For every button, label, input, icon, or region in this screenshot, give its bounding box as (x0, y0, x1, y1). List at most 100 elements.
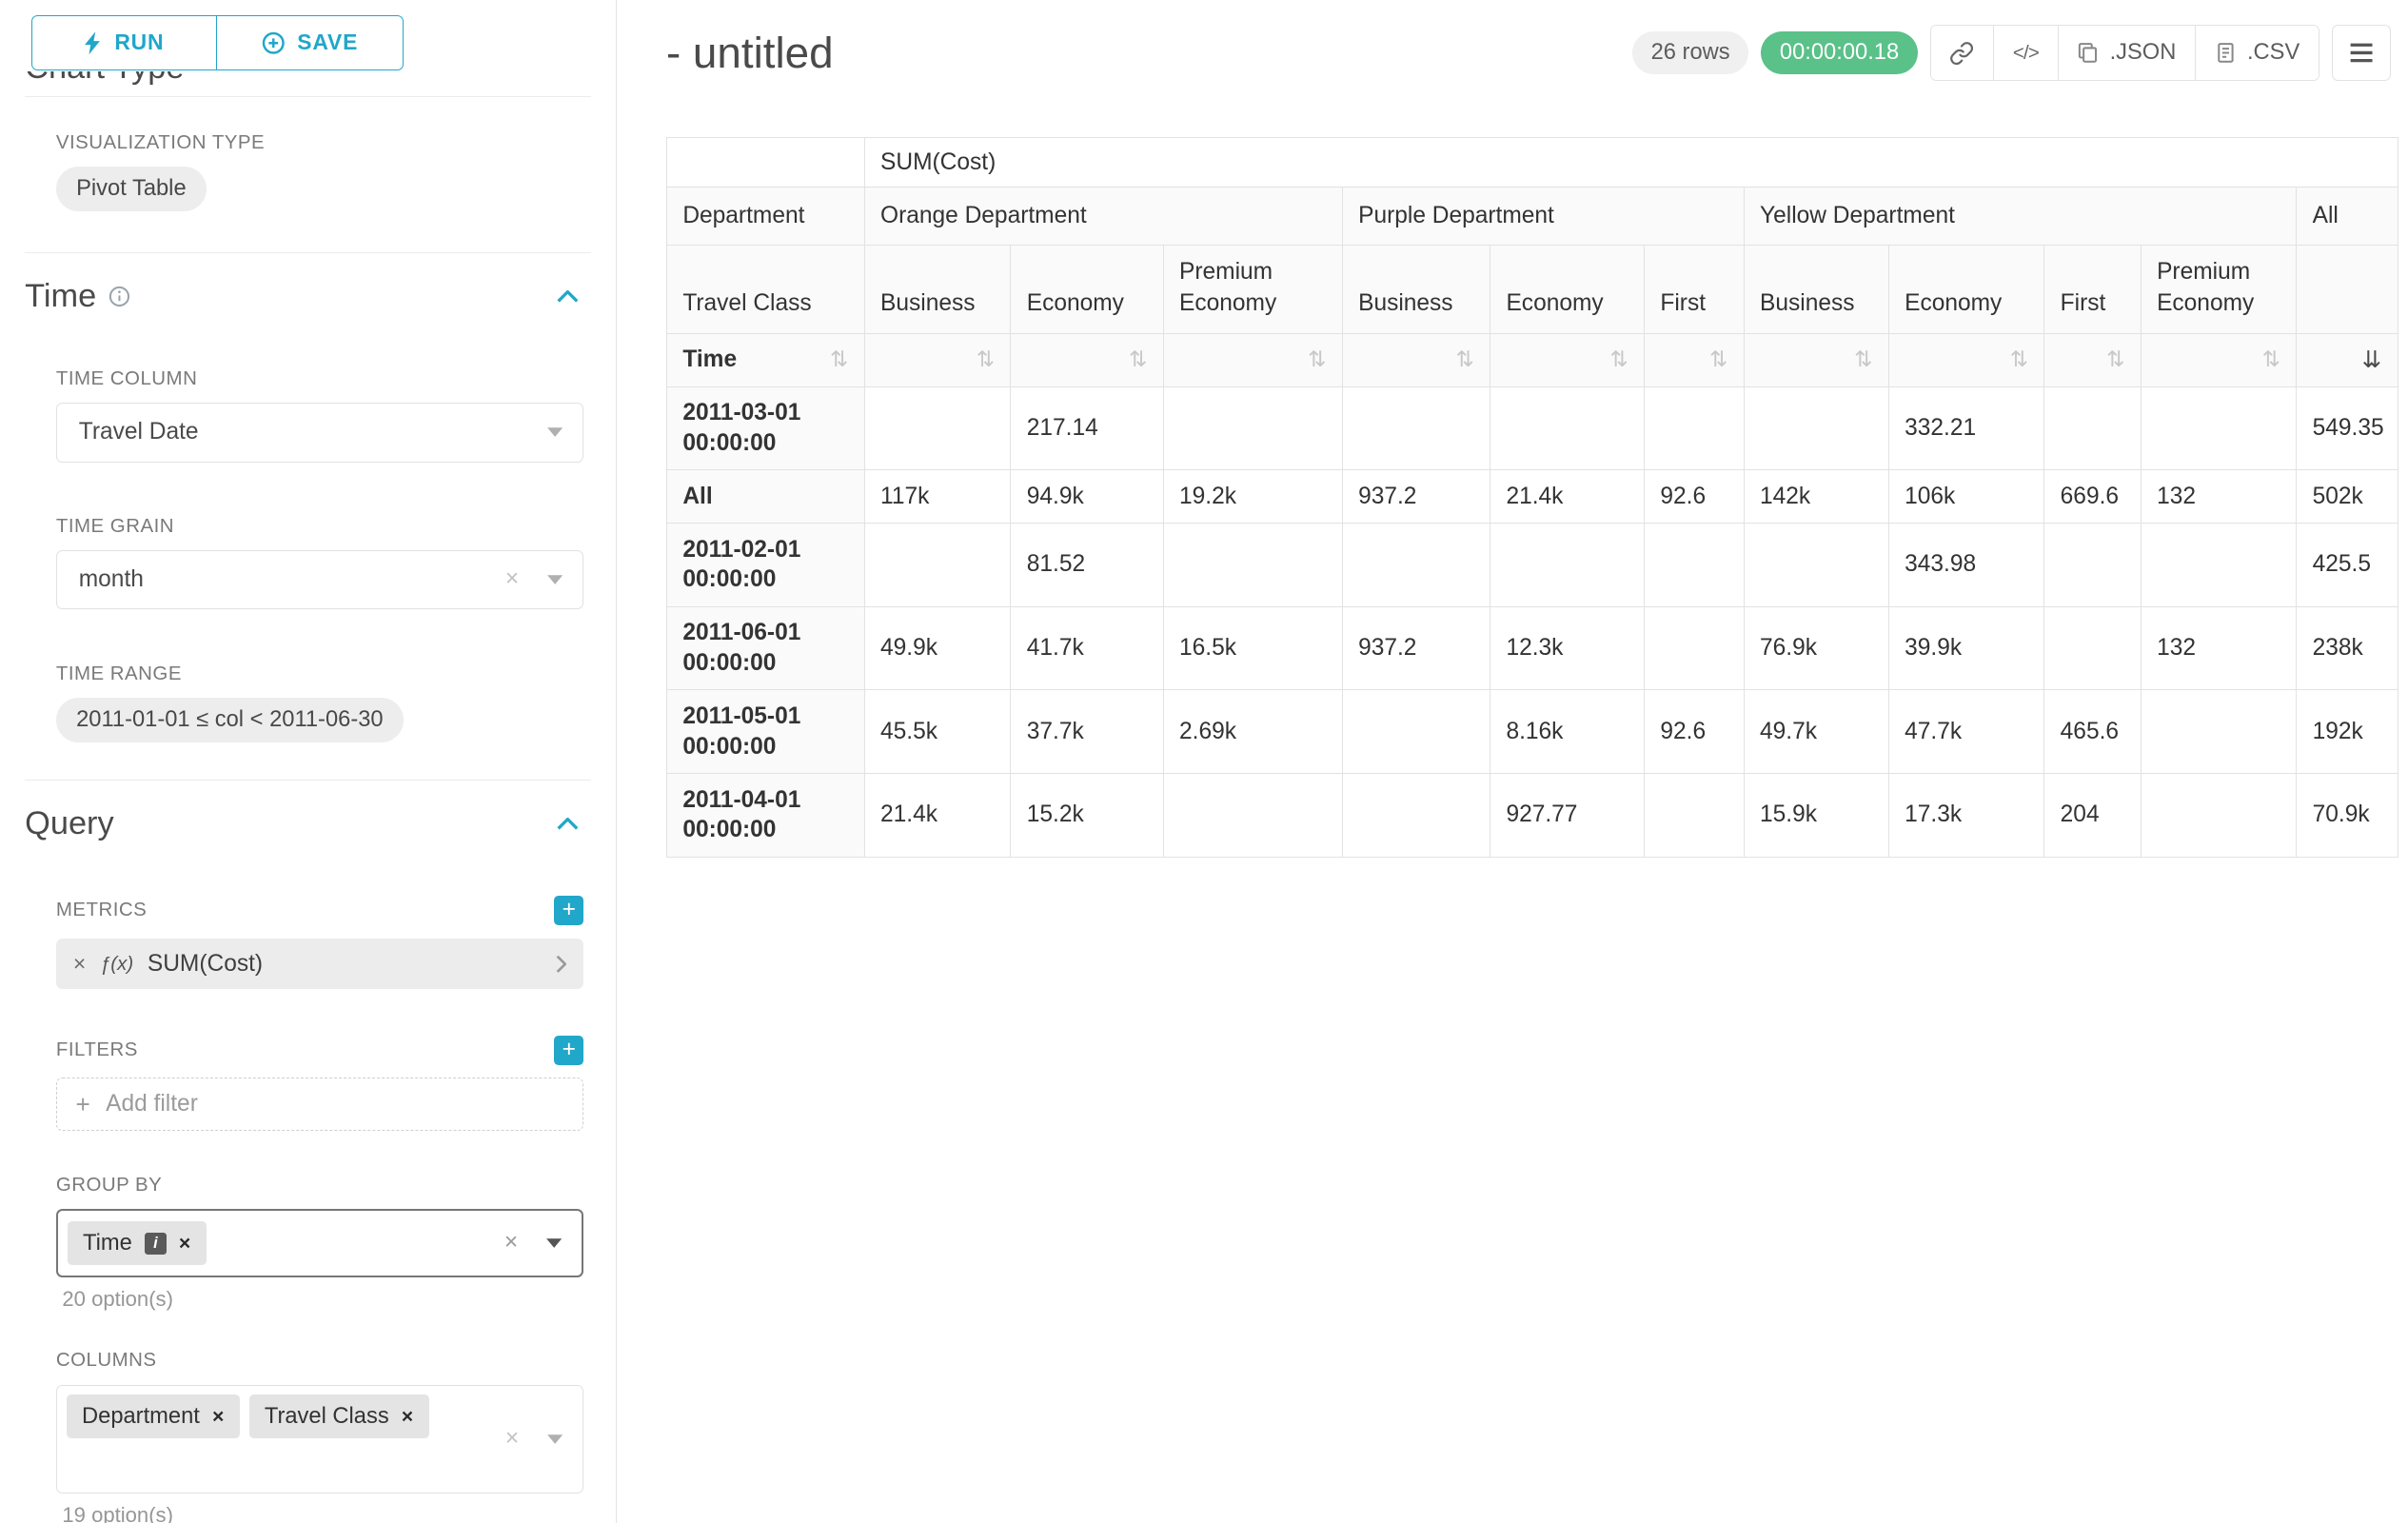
value-cell (1163, 524, 1342, 607)
export-json-label: .JSON (2110, 40, 2177, 66)
divider (25, 96, 590, 97)
sort-toggle-icon[interactable]: ⇅ (1308, 349, 1326, 371)
sort-toggle-icon[interactable]: ⇅ (2262, 349, 2280, 371)
value-cell: 21.4k (1490, 470, 1645, 524)
table-row: 2011-03-01 00:00:00217.14332.21549.35 (666, 386, 2398, 470)
value-cell: 92.6 (1645, 690, 1745, 774)
sort-toggle-icon[interactable]: ⇅ (2010, 349, 2028, 371)
value-cell: 192k (2297, 690, 2398, 774)
column-group-header: Orange Department (864, 188, 1342, 246)
column-leaf-header: First (2044, 245, 2141, 333)
sidebar-topbar: RUN SAVE (25, 0, 590, 71)
time-range-value[interactable]: 2011-01-01 ≤ col < 2011-06-30 (56, 698, 404, 742)
embed-code-button[interactable]: </> (1993, 26, 2057, 80)
table-row: 2011-06-01 00:00:0049.9k41.7k16.5k937.21… (666, 606, 2398, 690)
time-section-header[interactable]: Time (25, 278, 590, 315)
value-cell (1744, 386, 1888, 470)
value-cell: 937.2 (1342, 606, 1490, 690)
value-cell: 21.4k (864, 774, 1011, 858)
chart-menu-button[interactable] (2332, 25, 2391, 81)
value-cell: 19.2k (1163, 470, 1342, 524)
row-header: 2011-04-01 00:00:00 (666, 774, 864, 858)
info-icon (109, 286, 130, 307)
copy-link-button[interactable] (1931, 26, 1993, 80)
export-json-button[interactable]: .JSON (2058, 26, 2195, 80)
hamburger-menu-icon (2349, 42, 2374, 64)
sort-toggle-icon[interactable]: ⇅ (1854, 349, 1872, 371)
remove-value-icon[interactable]: × (179, 1234, 190, 1254)
sort-toggle-icon[interactable]: ⇅ (1129, 349, 1147, 371)
value-cell (1163, 386, 1342, 470)
time-column-select[interactable]: Travel Date (56, 403, 583, 462)
columns-value: Department (82, 1404, 200, 1430)
export-csv-button[interactable]: .CSV (2195, 26, 2319, 80)
chevron-up-icon[interactable] (557, 818, 579, 830)
sort-cell: ⇅ (1342, 334, 1490, 387)
save-button-label: SAVE (297, 30, 358, 55)
value-cell (2141, 386, 2297, 470)
time-grain-label: TIME GRAIN (56, 515, 591, 538)
group-by-label: GROUP BY (56, 1174, 591, 1197)
value-cell (1342, 774, 1490, 858)
sort-toggle-icon[interactable]: ⇅ (2106, 349, 2124, 371)
add-filter-dropzone[interactable]: + Add filter (56, 1078, 583, 1131)
chevron-up-icon[interactable] (557, 290, 579, 303)
column-leaf-header: Premium Economy (1163, 245, 1342, 333)
table-row: 2011-05-01 00:00:0045.5k37.7k2.69k8.16k9… (666, 690, 2398, 774)
sort-toggle-icon[interactable]: ⇅ (830, 349, 848, 371)
table-row: All117k94.9k19.2k937.221.4k92.6142k106k6… (666, 470, 2398, 524)
add-metric-button[interactable]: + (554, 896, 583, 925)
value-cell: 39.9k (1888, 606, 2044, 690)
row-dimension-header: Time ⇅ (666, 334, 864, 387)
time-grain-select[interactable]: month × (56, 550, 583, 609)
value-cell: 106k (1888, 470, 2044, 524)
columns-options-hint: 19 option(s) (62, 1503, 590, 1523)
filters-label-row: FILTERS + (56, 1036, 583, 1065)
row-header: 2011-05-01 00:00:00 (666, 690, 864, 774)
remove-metric-icon[interactable]: × (73, 953, 86, 975)
sort-toggle-icon[interactable]: ⇅ (1610, 349, 1628, 371)
sort-cell: ⇅ (1011, 334, 1163, 387)
value-cell: 425.5 (2297, 524, 2398, 607)
clear-icon[interactable]: × (505, 568, 519, 592)
row-dimension-label: Time (682, 346, 737, 373)
row-count-badge: 26 rows (1632, 31, 1748, 75)
value-cell: 15.9k (1744, 774, 1888, 858)
chart-header: - untitled 26 rows 00:00:00.18 </> .JSON (666, 25, 2391, 81)
remove-value-icon[interactable]: × (402, 1407, 413, 1427)
value-cell (1645, 774, 1745, 858)
group-by-select[interactable]: Time i × × (56, 1209, 583, 1277)
column-leaf-header: Premium Economy (2141, 245, 2297, 333)
clear-all-icon[interactable]: × (504, 1232, 518, 1256)
value-cell (2044, 386, 2141, 470)
save-button[interactable]: SAVE (216, 15, 403, 69)
explore-view: RUN SAVE Chart Type VISUALIZATION TYPE P… (0, 0, 2408, 1523)
time-column-value: Travel Date (79, 419, 199, 445)
metric-pill[interactable]: × ƒ(x) SUM(Cost) (56, 939, 583, 988)
add-filter-button[interactable]: + (554, 1036, 583, 1065)
clear-all-icon[interactable]: × (505, 1427, 519, 1451)
column-leaf-header: Economy (1888, 245, 2044, 333)
columns-select[interactable]: Department × Travel Class × × (56, 1385, 583, 1493)
sort-header-row: Time ⇅ ⇅ ⇅ ⇅ ⇅ ⇅ ⇅ ⇅ ⇅ ⇅ ⇅ ⇊ (666, 334, 2398, 387)
sort-toggle-icon[interactable]: ⇅ (1456, 349, 1474, 371)
sort-desc-icon[interactable]: ⇊ (2362, 348, 2382, 372)
column-info-icon[interactable]: i (145, 1233, 167, 1255)
plus-icon: + (75, 1092, 89, 1117)
sort-toggle-icon[interactable]: ⇅ (1709, 349, 1727, 371)
visualization-type-value[interactable]: Pivot Table (56, 167, 207, 211)
metric-header-row: SUM(Cost) (666, 137, 2398, 187)
value-cell: 17.3k (1888, 774, 2044, 858)
value-cell: 41.7k (1011, 606, 1163, 690)
sort-cell: ⇊ (2297, 334, 2398, 387)
corner-cell (666, 137, 864, 187)
code-icon: </> (2013, 42, 2039, 65)
remove-value-icon[interactable]: × (212, 1407, 224, 1427)
value-cell (2141, 524, 2297, 607)
query-section-header[interactable]: Query (25, 805, 590, 842)
sort-toggle-icon[interactable]: ⇅ (977, 349, 995, 371)
divider (25, 780, 590, 781)
value-cell: 2.69k (1163, 690, 1342, 774)
run-button[interactable]: RUN (31, 15, 218, 69)
col-dimension-label: Travel Class (666, 245, 864, 333)
